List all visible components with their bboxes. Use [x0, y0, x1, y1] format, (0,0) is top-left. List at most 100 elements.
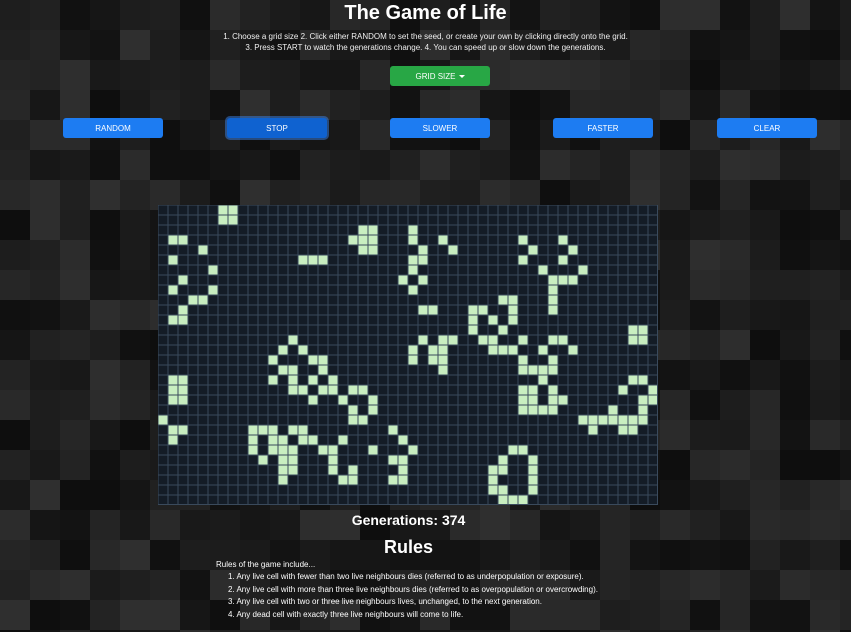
live-cell[interactable] [608, 405, 618, 415]
live-cell[interactable] [208, 265, 218, 275]
live-cell[interactable] [168, 425, 178, 435]
live-cell[interactable] [588, 415, 598, 425]
live-cell[interactable] [318, 385, 328, 395]
live-cell[interactable] [638, 335, 648, 345]
live-cell[interactable] [398, 465, 408, 475]
live-cell[interactable] [478, 305, 488, 315]
live-cell[interactable] [368, 395, 378, 405]
live-cell[interactable] [348, 465, 358, 475]
live-cell[interactable] [408, 235, 418, 245]
live-cell[interactable] [168, 375, 178, 385]
live-cell[interactable] [288, 455, 298, 465]
live-cell[interactable] [308, 375, 318, 385]
live-cell[interactable] [298, 255, 308, 265]
live-cell[interactable] [618, 425, 628, 435]
live-cell[interactable] [548, 285, 558, 295]
live-cell[interactable] [338, 475, 348, 485]
live-cell[interactable] [168, 285, 178, 295]
live-cell[interactable] [488, 465, 498, 475]
live-cell[interactable] [488, 475, 498, 485]
live-cell[interactable] [648, 385, 658, 395]
live-cell[interactable] [498, 455, 508, 465]
live-cell[interactable] [298, 425, 308, 435]
live-cell[interactable] [228, 205, 238, 215]
live-cell[interactable] [408, 445, 418, 455]
live-cell[interactable] [328, 445, 338, 455]
live-cell[interactable] [638, 395, 648, 405]
live-cell[interactable] [508, 295, 518, 305]
live-cell[interactable] [518, 495, 528, 505]
live-cell[interactable] [198, 295, 208, 305]
live-cell[interactable] [418, 305, 428, 315]
live-cell[interactable] [168, 315, 178, 325]
live-cell[interactable] [518, 235, 528, 245]
live-cell[interactable] [298, 385, 308, 395]
live-cell[interactable] [278, 465, 288, 475]
live-cell[interactable] [638, 375, 648, 385]
live-cell[interactable] [168, 235, 178, 245]
live-cell[interactable] [578, 415, 588, 425]
live-cell[interactable] [608, 415, 618, 425]
live-cell[interactable] [278, 365, 288, 375]
random-button[interactable]: RANDOM [63, 118, 163, 138]
live-cell[interactable] [178, 235, 188, 245]
live-cell[interactable] [548, 355, 558, 365]
live-cell[interactable] [528, 465, 538, 475]
live-cell[interactable] [288, 425, 298, 435]
live-cell[interactable] [498, 485, 508, 495]
live-cell[interactable] [498, 465, 508, 475]
live-cell[interactable] [358, 245, 368, 255]
live-cell[interactable] [268, 375, 278, 385]
live-cell[interactable] [548, 305, 558, 315]
live-cell[interactable] [368, 245, 378, 255]
live-cell[interactable] [538, 375, 548, 385]
live-cell[interactable] [368, 445, 378, 455]
live-cell[interactable] [218, 205, 228, 215]
live-cell[interactable] [398, 275, 408, 285]
live-cell[interactable] [398, 435, 408, 445]
life-grid-canvas[interactable] [158, 205, 658, 505]
live-cell[interactable] [568, 275, 578, 285]
live-cell[interactable] [308, 355, 318, 365]
live-cell[interactable] [548, 365, 558, 375]
live-cell[interactable] [288, 375, 298, 385]
live-cell[interactable] [328, 385, 338, 395]
live-cell[interactable] [348, 475, 358, 485]
live-cell[interactable] [168, 395, 178, 405]
live-cell[interactable] [278, 455, 288, 465]
live-cell[interactable] [548, 275, 558, 285]
live-cell[interactable] [408, 355, 418, 365]
live-cell[interactable] [298, 435, 308, 445]
live-cell[interactable] [368, 225, 378, 235]
live-cell[interactable] [348, 385, 358, 395]
live-cell[interactable] [508, 495, 518, 505]
slower-button[interactable]: SLOWER [390, 118, 490, 138]
live-cell[interactable] [518, 445, 528, 455]
live-cell[interactable] [368, 235, 378, 245]
live-cell[interactable] [618, 415, 628, 425]
live-cell[interactable] [468, 315, 478, 325]
live-cell[interactable] [158, 415, 168, 425]
live-cell[interactable] [538, 345, 548, 355]
live-cell[interactable] [488, 315, 498, 325]
live-cell[interactable] [538, 365, 548, 375]
live-cell[interactable] [348, 235, 358, 245]
live-cell[interactable] [428, 345, 438, 355]
live-cell[interactable] [528, 245, 538, 255]
live-cell[interactable] [628, 375, 638, 385]
live-cell[interactable] [498, 495, 508, 505]
live-cell[interactable] [468, 305, 478, 315]
live-cell[interactable] [598, 415, 608, 425]
live-cell[interactable] [358, 385, 368, 395]
live-cell[interactable] [268, 355, 278, 365]
live-cell[interactable] [278, 435, 288, 445]
live-cell[interactable] [388, 455, 398, 465]
live-cell[interactable] [358, 225, 368, 235]
live-cell[interactable] [418, 255, 428, 265]
live-cell[interactable] [638, 415, 648, 425]
live-cell[interactable] [288, 385, 298, 395]
live-cell[interactable] [288, 335, 298, 345]
live-cell[interactable] [548, 295, 558, 305]
live-cell[interactable] [228, 215, 238, 225]
live-cell[interactable] [558, 335, 568, 345]
